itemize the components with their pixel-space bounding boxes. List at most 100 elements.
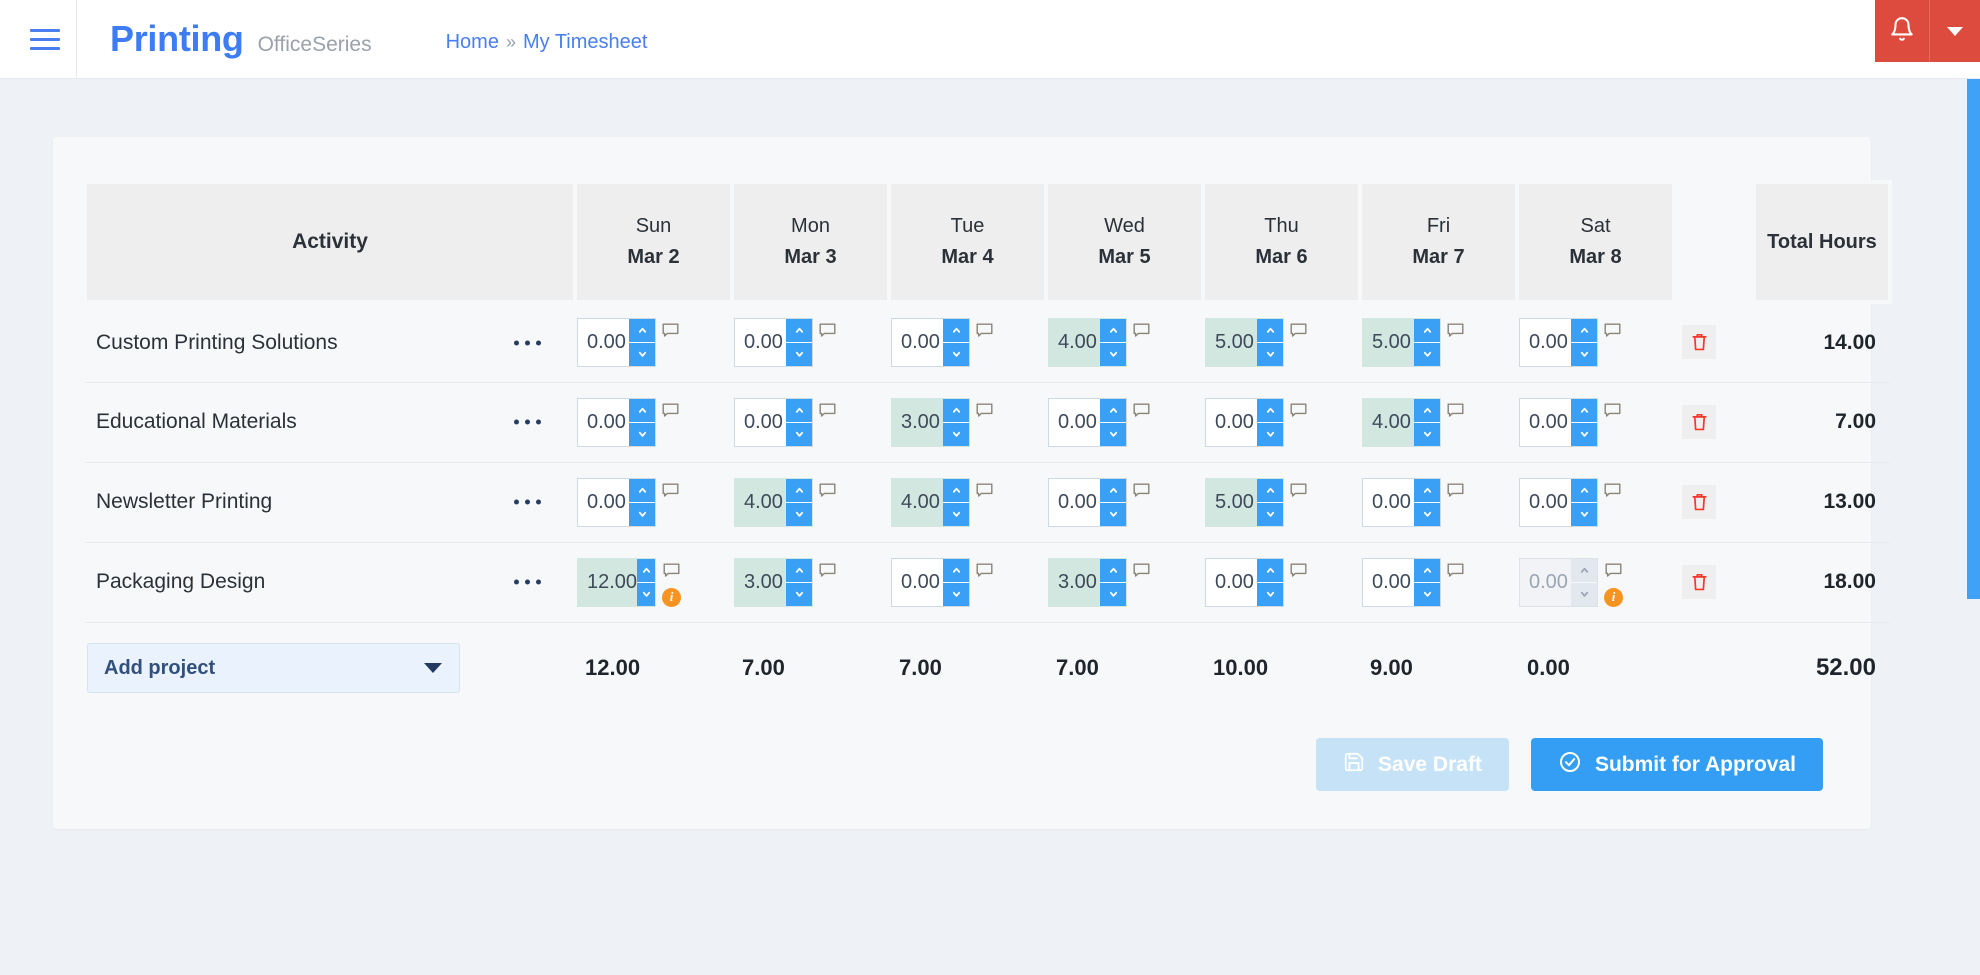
- submit-for-approval-button[interactable]: Submit for Approval: [1530, 738, 1823, 791]
- comment-icon[interactable]: [1290, 483, 1307, 503]
- stepper-down-button[interactable]: [629, 501, 655, 526]
- comment-icon[interactable]: [1605, 563, 1622, 583]
- hours-input-mon[interactable]: 3.00: [734, 557, 813, 607]
- notification-dropdown-button[interactable]: [1930, 0, 1980, 62]
- hours-input-fri[interactable]: 0.00: [1362, 557, 1441, 607]
- hours-input-thu[interactable]: 0.00: [1205, 557, 1284, 607]
- comment-icon[interactable]: [976, 323, 993, 343]
- stepper-down-button[interactable]: [1571, 342, 1597, 367]
- stepper-down-button[interactable]: [943, 342, 969, 367]
- breadcrumb-current-link[interactable]: My Timesheet: [523, 31, 647, 54]
- page-scrollbar[interactable]: [1964, 79, 1980, 975]
- hours-input-tue[interactable]: 0.00: [891, 557, 970, 607]
- comment-icon[interactable]: [1447, 483, 1464, 503]
- comment-icon[interactable]: [1290, 323, 1307, 343]
- hours-input-wed[interactable]: 3.00: [1048, 557, 1127, 607]
- comment-icon[interactable]: [1447, 323, 1464, 343]
- delete-row-button[interactable]: [1682, 324, 1716, 359]
- stepper-down-button[interactable]: [1257, 342, 1283, 367]
- hours-input-sun[interactable]: 0.00: [577, 318, 656, 368]
- hours-input-thu[interactable]: 5.00: [1205, 318, 1284, 368]
- comment-icon[interactable]: [1604, 483, 1621, 503]
- row-options-menu[interactable]: [514, 499, 541, 505]
- stepper-up-button[interactable]: [1571, 319, 1597, 343]
- comment-icon[interactable]: [1133, 563, 1150, 583]
- stepper-down-button[interactable]: [786, 421, 812, 446]
- comment-icon[interactable]: [663, 563, 680, 583]
- stepper-up-button[interactable]: [1257, 319, 1283, 343]
- stepper-up-button[interactable]: [1414, 478, 1440, 502]
- stepper-down-button[interactable]: [629, 342, 655, 367]
- hours-input-sun[interactable]: 0.00: [577, 477, 656, 527]
- delete-row-button[interactable]: [1682, 485, 1716, 519]
- comment-icon[interactable]: [819, 403, 836, 423]
- scrollbar-thumb[interactable]: [1967, 79, 1980, 599]
- stepper-up-button[interactable]: [637, 558, 655, 582]
- stepper-up-button[interactable]: [1571, 478, 1597, 502]
- hours-input-mon[interactable]: 0.00: [734, 397, 813, 447]
- add-project-dropdown[interactable]: Add project: [87, 643, 460, 694]
- comment-icon[interactable]: [1290, 563, 1307, 583]
- stepper-up-button[interactable]: [1414, 319, 1440, 343]
- stepper-up-button[interactable]: [1571, 398, 1597, 422]
- hours-input-thu[interactable]: 5.00: [1205, 477, 1284, 527]
- stepper-down-button[interactable]: [1100, 581, 1126, 606]
- hours-input-sat[interactable]: 0.00: [1519, 318, 1598, 368]
- stepper-up-button[interactable]: [629, 478, 655, 502]
- hours-input-wed[interactable]: 0.00: [1048, 477, 1127, 527]
- stepper-up-button[interactable]: [1257, 398, 1283, 422]
- stepper-down-button[interactable]: [943, 421, 969, 446]
- comment-icon[interactable]: [1133, 483, 1150, 503]
- stepper-down-button[interactable]: [1571, 501, 1597, 526]
- stepper-down-button[interactable]: [1100, 421, 1126, 446]
- stepper-down-button[interactable]: [1257, 581, 1283, 606]
- stepper-down-button[interactable]: [786, 501, 812, 526]
- stepper-down-button[interactable]: [1571, 421, 1597, 446]
- stepper-up-button[interactable]: [629, 398, 655, 422]
- hours-input-mon[interactable]: 0.00: [734, 318, 813, 368]
- stepper-up-button[interactable]: [943, 558, 969, 582]
- stepper-down-button[interactable]: [1257, 421, 1283, 446]
- stepper-up-button[interactable]: [943, 478, 969, 502]
- comment-icon[interactable]: [819, 483, 836, 503]
- comment-icon[interactable]: [662, 323, 679, 343]
- stepper-up-button[interactable]: [1257, 478, 1283, 502]
- hours-input-sat[interactable]: 0.00: [1519, 397, 1598, 447]
- stepper-up-button[interactable]: [786, 478, 812, 502]
- hours-input-fri[interactable]: 0.00: [1362, 477, 1441, 527]
- comment-icon[interactable]: [976, 483, 993, 503]
- save-draft-button[interactable]: Save Draft: [1316, 738, 1509, 791]
- info-badge-icon[interactable]: i: [662, 587, 681, 607]
- hours-input-sat[interactable]: 0.00: [1519, 477, 1598, 527]
- comment-icon[interactable]: [1290, 403, 1307, 423]
- stepper-down-button[interactable]: [1414, 421, 1440, 446]
- hours-input-thu[interactable]: 0.00: [1205, 397, 1284, 447]
- stepper-down-button[interactable]: [943, 501, 969, 526]
- notification-button[interactable]: [1875, 0, 1930, 62]
- hours-input-wed[interactable]: 4.00: [1048, 318, 1127, 368]
- stepper-down-button[interactable]: [1100, 342, 1126, 367]
- hours-input-tue[interactable]: 4.00: [891, 477, 970, 527]
- stepper-up-button[interactable]: [786, 319, 812, 343]
- stepper-down-button[interactable]: [637, 581, 655, 606]
- stepper-up-button[interactable]: [943, 398, 969, 422]
- stepper-up-button[interactable]: [1414, 398, 1440, 422]
- comment-icon[interactable]: [1133, 323, 1150, 343]
- delete-row-button[interactable]: [1682, 405, 1716, 439]
- stepper-down-button[interactable]: [1100, 501, 1126, 526]
- comment-icon[interactable]: [662, 403, 679, 423]
- comment-icon[interactable]: [1447, 403, 1464, 423]
- stepper-down-button[interactable]: [786, 581, 812, 606]
- hours-input-sun[interactable]: 0.00: [577, 397, 656, 447]
- stepper-down-button[interactable]: [629, 421, 655, 446]
- info-badge-icon[interactable]: i: [1604, 587, 1623, 607]
- stepper-down-button[interactable]: [1414, 581, 1440, 606]
- delete-row-button[interactable]: [1682, 565, 1716, 599]
- stepper-up-button[interactable]: [786, 398, 812, 422]
- hours-input-tue[interactable]: 3.00: [891, 397, 970, 447]
- stepper-up-button[interactable]: [943, 319, 969, 343]
- comment-icon[interactable]: [819, 323, 836, 343]
- breadcrumb-home-link[interactable]: Home: [446, 31, 499, 54]
- comment-icon[interactable]: [976, 403, 993, 423]
- row-options-menu[interactable]: [514, 340, 541, 346]
